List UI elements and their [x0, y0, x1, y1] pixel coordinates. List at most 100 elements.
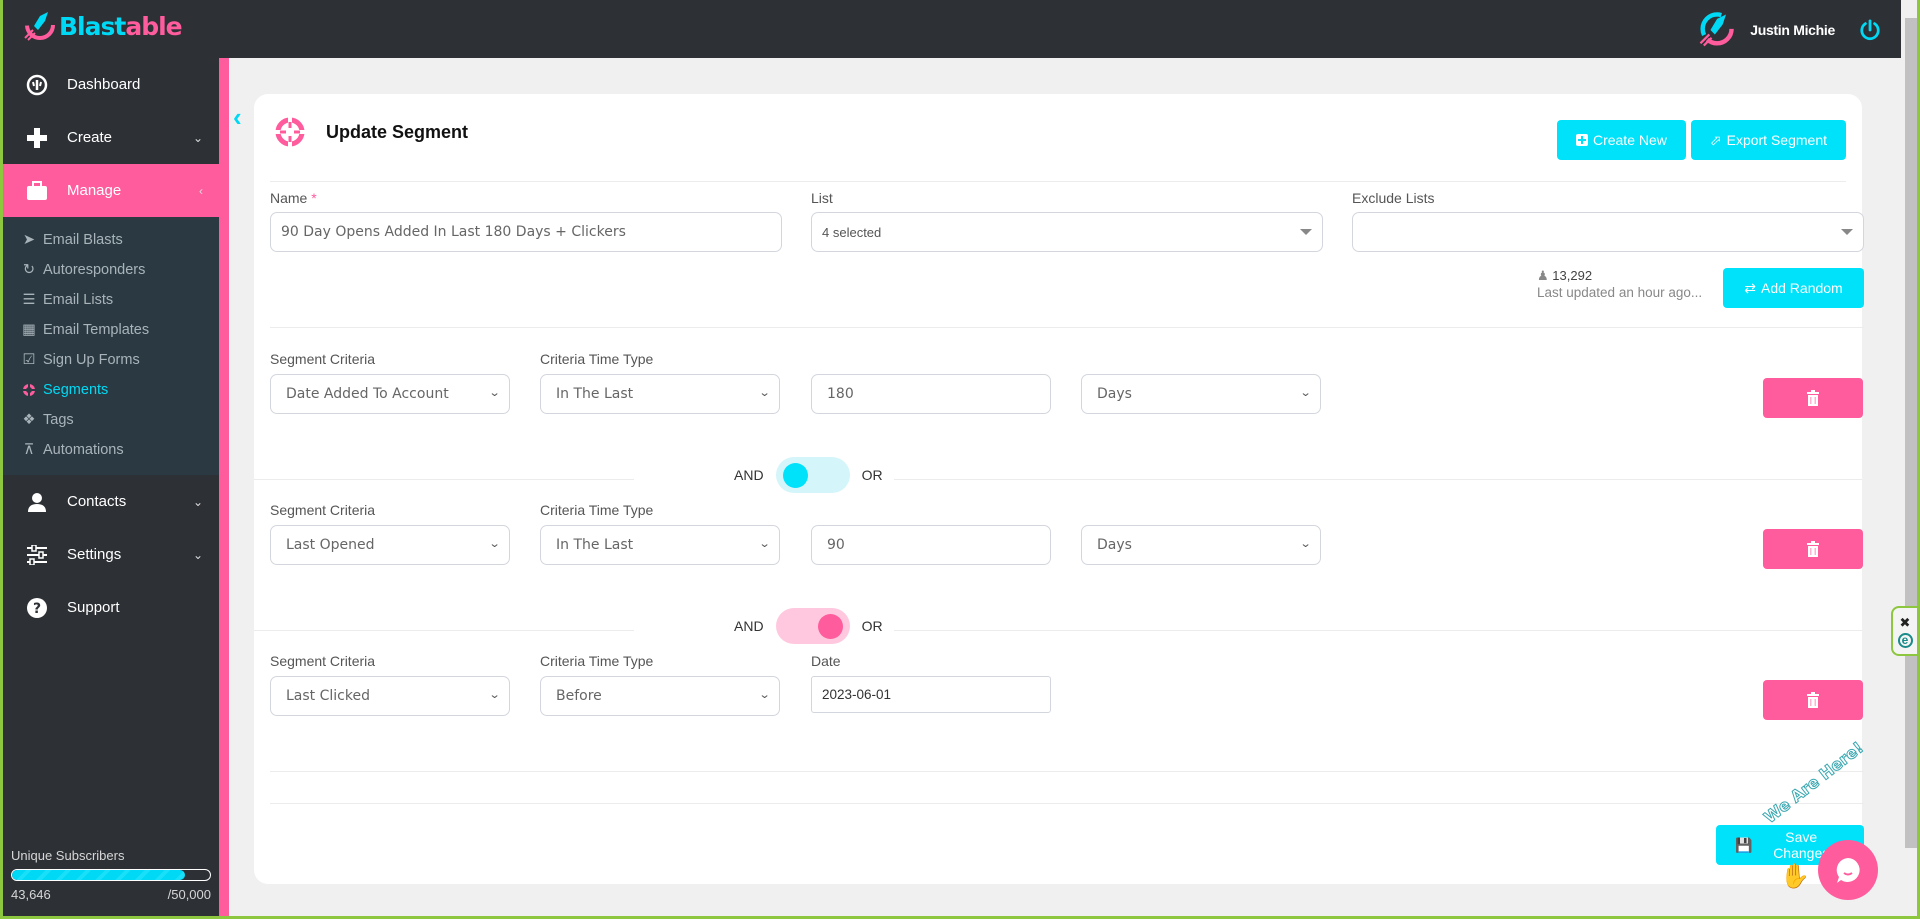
trash-icon	[1806, 541, 1820, 557]
chevron-down-icon: ⌄	[758, 386, 770, 399]
divider	[254, 630, 634, 631]
sidebar: Dashboard Create ⌄ Manage ‹ ➤Email Blast…	[3, 58, 219, 916]
add-random-button[interactable]: ⇄Add Random	[1723, 268, 1864, 308]
subitem-label: Sign Up Forms	[43, 352, 140, 368]
chevron-down-icon: ⌄	[193, 548, 203, 562]
divider	[270, 327, 1864, 328]
rocket-icon: ➤	[21, 232, 37, 248]
time-type-select[interactable]: In The Last⌄	[540, 374, 780, 414]
date-input[interactable]: 2023-06-01	[811, 676, 1051, 713]
sidebar-item-support[interactable]: ? Support	[3, 581, 219, 634]
scrollbar-thumb[interactable]	[1905, 18, 1917, 848]
switch-knob	[818, 614, 843, 639]
sidebar-item-create[interactable]: Create ⌄	[3, 111, 219, 164]
unit-select[interactable]: Days⌄	[1081, 525, 1321, 565]
delete-criteria-button[interactable]	[1763, 378, 1863, 418]
list-icon: ☰	[21, 292, 37, 308]
and-or-switch[interactable]	[776, 608, 850, 644]
briefcase-icon	[25, 179, 49, 203]
avatar[interactable]	[1696, 10, 1736, 50]
chat-launcher-button[interactable]	[1818, 840, 1878, 900]
power-icon[interactable]	[1859, 19, 1881, 41]
close-icon[interactable]: ✖	[1900, 615, 1911, 631]
sidebar-subitem-autoresponders[interactable]: ↻Autoresponders	[3, 255, 219, 285]
sidebar-subitem-email-lists[interactable]: ☰ Email Lists	[3, 285, 219, 315]
sidebar-item-manage[interactable]: Manage ‹	[3, 164, 229, 217]
delete-criteria-button[interactable]	[1763, 529, 1863, 569]
and-label: AND	[734, 618, 764, 634]
divider	[270, 771, 1864, 772]
sidebar-subitem-segments[interactable]: Segments	[3, 375, 219, 405]
switch-knob	[783, 463, 808, 488]
chevron-down-icon: ⌄	[488, 386, 500, 399]
caret-down-icon	[1300, 229, 1312, 235]
time-type-label: Criteria Time Type	[540, 351, 653, 367]
sidebar-item-settings[interactable]: Settings ⌄	[3, 528, 219, 581]
sidebar-subitem-email-blasts[interactable]: ➤Email Blasts	[3, 225, 219, 255]
and-or-toggle-1: AND OR	[734, 457, 883, 493]
subitem-label: Email Templates	[43, 322, 149, 338]
time-type-select[interactable]: Before⌄	[540, 676, 780, 716]
sidebar-item-dashboard[interactable]: Dashboard	[3, 58, 219, 111]
sidebar-item-contacts[interactable]: Contacts ⌄	[3, 475, 219, 528]
amount-input[interactable]: 90	[811, 525, 1051, 565]
list-select[interactable]: 4 selected	[811, 212, 1323, 252]
subitem-label: Tags	[43, 412, 74, 428]
create-new-button[interactable]: Create New	[1557, 120, 1686, 160]
collapse-sidebar-icon[interactable]: ‹	[233, 102, 242, 133]
svg-text:?: ?	[33, 601, 41, 617]
time-type-label: Criteria Time Type	[540, 653, 653, 669]
update-segment-card: Update Segment Create New ⬀Export Segmen…	[254, 94, 1862, 884]
amount-input[interactable]: 180	[811, 374, 1051, 414]
browser-extension-widget: ✖ e	[1891, 606, 1917, 656]
trash-icon	[1806, 390, 1820, 406]
dashboard-icon	[25, 73, 49, 97]
subscribers-count: 43,646	[11, 887, 51, 902]
card-header: Update Segment Create New ⬀Export Segmen…	[270, 112, 1846, 182]
unit-select[interactable]: Days⌄	[1081, 374, 1321, 414]
time-type-select[interactable]: In The Last⌄	[540, 525, 780, 565]
last-updated-text: Last updated an hour ago...	[1537, 285, 1702, 300]
subitem-label: Automations	[43, 442, 124, 458]
and-label: AND	[734, 467, 764, 483]
sidebar-subitem-email-templates[interactable]: ▦Email Templates	[3, 315, 219, 345]
user-menu: Justin Michie	[1696, 10, 1881, 50]
subscribers-progress-fill	[12, 870, 185, 880]
eset-icon[interactable]: e	[1898, 633, 1913, 648]
subitem-label: Segments	[43, 382, 108, 398]
sidebar-item-label: Contacts	[67, 493, 126, 510]
criteria-label: Segment Criteria	[270, 653, 375, 669]
and-or-switch[interactable]	[776, 457, 850, 493]
criteria-label: Segment Criteria	[270, 502, 375, 518]
segment-count: ♟ 13,292 Last updated an hour ago...	[1537, 268, 1702, 300]
sidebar-subitem-sign-up-forms[interactable]: ☑Sign Up Forms	[3, 345, 219, 375]
export-segment-button[interactable]: ⬀Export Segment	[1691, 120, 1846, 160]
crosshair-icon	[21, 383, 37, 397]
export-icon: ⬀	[1710, 132, 1722, 149]
chevron-down-icon: ⌄	[488, 688, 500, 701]
chevron-down-icon: ⌄	[758, 688, 770, 701]
sidebar-item-label: Manage	[67, 182, 121, 199]
list-label: List	[811, 190, 833, 206]
shuffle-icon: ⇄	[1744, 280, 1756, 297]
subitem-label: Email Lists	[43, 292, 113, 308]
criteria-select[interactable]: Last Opened⌄	[270, 525, 510, 565]
sidebar-subitem-tags[interactable]: ❖ Tags	[3, 405, 219, 435]
chevron-down-icon: ⌄	[193, 131, 203, 145]
sidebar-item-label: Settings	[67, 546, 121, 563]
segment-name-input[interactable]: 90 Day Opens Added In Last 180 Days + Cl…	[270, 212, 782, 252]
logo[interactable]: Blastable	[21, 8, 182, 44]
criteria-select[interactable]: Last Clicked⌄	[270, 676, 510, 716]
page-scrollbar[interactable]	[1903, 0, 1917, 916]
chevron-down-icon: ⌄	[1299, 537, 1311, 550]
tags-icon: ❖	[21, 412, 37, 428]
criteria-select[interactable]: Date Added To Account⌄	[270, 374, 510, 414]
sidebar-item-label: Create	[67, 129, 112, 146]
chevron-down-icon: ⌄	[193, 495, 203, 509]
date-label: Date	[811, 653, 841, 669]
wave-hand-icon: ✋	[1780, 862, 1810, 891]
exclude-lists-select[interactable]	[1352, 212, 1864, 252]
sidebar-subitem-automations[interactable]: ⊼Automations	[3, 435, 219, 465]
time-type-label: Criteria Time Type	[540, 502, 653, 518]
delete-criteria-button[interactable]	[1763, 680, 1863, 720]
